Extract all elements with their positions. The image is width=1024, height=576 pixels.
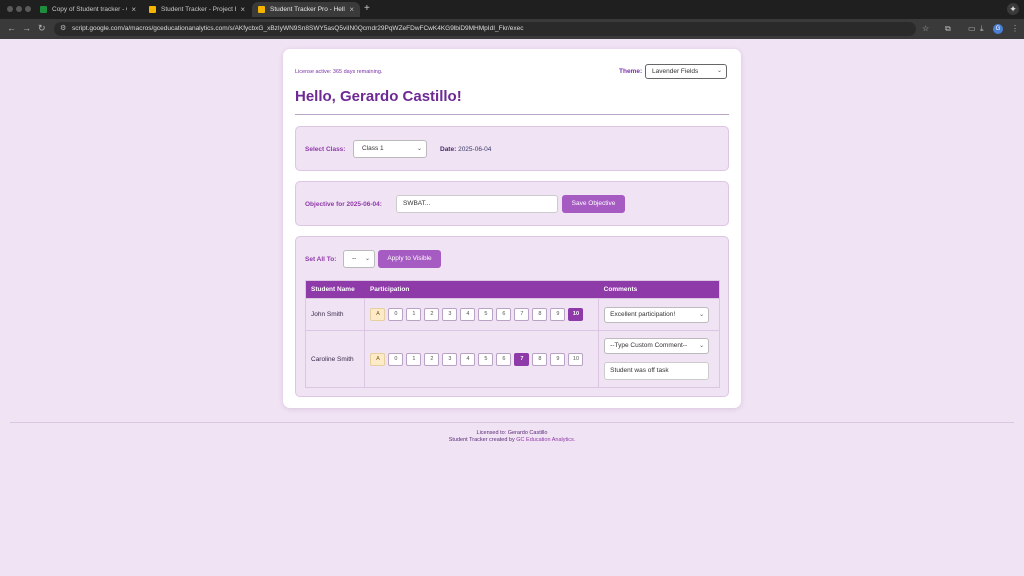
participation-scores: A 0 1 2 3 4 5 6 7 8 9 10 xyxy=(370,352,598,366)
chevron-down-icon: ⌄ xyxy=(416,146,422,152)
class-select[interactable]: Class 1 ⌄ xyxy=(353,140,427,158)
score-button-6[interactable]: 6 xyxy=(496,308,512,321)
score-button-5[interactable]: 5 xyxy=(478,308,494,321)
forward-icon[interactable]: → xyxy=(22,23,31,33)
chevron-down-icon: ⌄ xyxy=(364,256,370,262)
score-button-3[interactable]: 3 xyxy=(442,352,458,366)
score-button-5[interactable]: 5 xyxy=(478,352,494,366)
table-row: Caroline Smith A 0 1 2 3 4 5 6 7 8 9 10 --Type Cust… xyxy=(304,330,720,388)
student-table: Student Name Participation Comments John… xyxy=(304,280,720,388)
score-button-2[interactable]: 2 xyxy=(424,308,440,321)
reload-icon[interactable]: ↻ xyxy=(38,23,46,34)
date-display: Date: 2025-06-04 xyxy=(440,146,491,153)
tracker-card: License active: 365 days remaining. Them… xyxy=(283,49,741,408)
class-panel: Select Class: Class 1 ⌄ Date: 2025-06-04 xyxy=(295,126,729,171)
score-button-10[interactable]: 10 xyxy=(568,308,584,321)
set-all-select[interactable]: -- ⌄ xyxy=(343,250,375,268)
score-button-0[interactable]: 0 xyxy=(388,308,404,321)
date-label: Date: xyxy=(440,146,457,153)
footer-credit-text: Student Tracker created by xyxy=(448,437,515,443)
browser-tab-editor[interactable]: Student Tracker - Project Edi × xyxy=(143,2,251,17)
objective-label: Objective for 2025-06-04: xyxy=(305,201,382,208)
column-header-comments: Comments xyxy=(598,280,720,299)
student-name: Caroline Smith xyxy=(304,330,366,388)
objective-panel: Objective for 2025-06-04: SWBAT... Save … xyxy=(295,181,729,226)
score-button-3[interactable]: 3 xyxy=(442,308,458,321)
absent-button[interactable]: A xyxy=(370,352,386,366)
reading-list-icon[interactable]: ▭ xyxy=(968,24,976,33)
score-button-9[interactable]: 9 xyxy=(550,352,566,366)
apps-script-favicon-icon xyxy=(258,6,265,13)
browser-address-bar: ← → ↻ ⚙ script.google.com/a/macros/gcedu… xyxy=(0,19,1024,39)
objective-input[interactable]: SWBAT... xyxy=(396,195,558,213)
window-minimize-icon[interactable] xyxy=(16,6,22,12)
close-tab-icon[interactable]: × xyxy=(131,5,136,14)
save-objective-button[interactable]: Save Objective xyxy=(562,195,625,213)
browser-tab-bar: Copy of Student tracker - Go × Student T… xyxy=(0,0,1024,19)
downloads-icon[interactable]: ⤓ xyxy=(980,24,984,34)
chevron-down-icon: ⌄ xyxy=(699,311,705,318)
apps-script-favicon-icon xyxy=(149,6,156,13)
participation-scores: A 0 1 2 3 4 5 6 7 8 9 10 xyxy=(370,308,598,321)
bookmark-star-icon[interactable]: ☆ xyxy=(922,24,929,33)
back-icon[interactable]: ← xyxy=(7,23,16,33)
sheets-favicon-icon xyxy=(40,6,47,13)
window-close-icon[interactable] xyxy=(7,6,13,12)
comment-select[interactable]: --Type Custom Comment-- ⌄ xyxy=(604,338,710,354)
score-button-8[interactable]: 8 xyxy=(532,352,548,366)
site-info-icon[interactable]: ⚙ xyxy=(60,22,66,36)
score-button-10[interactable]: 10 xyxy=(568,352,584,366)
header-divider xyxy=(295,114,729,115)
browser-tab-tracker-pro[interactable]: Student Tracker Pro - Hello, G × xyxy=(252,2,360,17)
license-status: License active: 365 days remaining. xyxy=(295,69,383,75)
page-title: Hello, Gerardo Castillo! xyxy=(295,88,462,105)
new-tab-icon[interactable]: + xyxy=(364,3,370,14)
chevron-down-icon: ⌄ xyxy=(716,68,722,74)
column-header-participation: Participation xyxy=(364,280,599,299)
score-button-8[interactable]: 8 xyxy=(532,308,548,321)
window-zoom-icon[interactable] xyxy=(25,6,31,12)
score-button-6[interactable]: 6 xyxy=(496,352,512,366)
browser-tab-sheets[interactable]: Copy of Student tracker - Go × xyxy=(34,2,142,17)
profile-avatar[interactable]: G xyxy=(993,24,1003,34)
score-button-9[interactable]: 9 xyxy=(550,308,566,321)
score-button-4[interactable]: 4 xyxy=(460,308,476,321)
theme-label: Theme: xyxy=(619,68,643,75)
score-button-7[interactable]: 7 xyxy=(514,308,530,321)
column-header-student-name: Student Name xyxy=(305,280,365,299)
footer-credit: Student Tracker created by GC Education … xyxy=(0,437,1024,443)
score-button-1[interactable]: 1 xyxy=(406,352,422,366)
score-button-7[interactable]: 7 xyxy=(514,352,530,366)
score-button-0[interactable]: 0 xyxy=(388,352,404,366)
close-tab-icon[interactable]: × xyxy=(240,5,245,14)
select-class-label: Select Class: xyxy=(305,146,346,153)
table-header-row: Student Name Participation Comments xyxy=(305,280,720,299)
score-button-2[interactable]: 2 xyxy=(424,352,440,366)
score-button-1[interactable]: 1 xyxy=(406,308,422,321)
close-tab-icon[interactable]: × xyxy=(349,5,354,14)
set-all-label: Set All To: xyxy=(305,256,337,263)
url-field[interactable]: ⚙ script.google.com/a/macros/gceducation… xyxy=(54,22,916,36)
apply-to-visible-button[interactable]: Apply to Visible xyxy=(378,250,441,268)
custom-comment-input[interactable]: Student was off task xyxy=(604,362,710,380)
score-button-4[interactable]: 4 xyxy=(460,352,476,366)
extensions-icon[interactable]: ⧉ xyxy=(945,24,951,34)
chevron-down-icon: ⌄ xyxy=(699,343,705,349)
table-row: John Smith A 0 1 2 3 4 5 6 7 8 9 10 Excellent parti… xyxy=(304,298,720,331)
browser-extension-icon[interactable]: ✦ xyxy=(1007,3,1019,15)
footer-divider xyxy=(10,422,1014,423)
student-name: John Smith xyxy=(304,298,366,331)
tracker-panel: Set All To: -- ⌄ Apply to Visible Studen… xyxy=(295,236,729,397)
date-value: 2025-06-04 xyxy=(458,146,492,153)
footer-license: Licensed to: Gerardo Castillo xyxy=(476,430,548,436)
theme-select[interactable]: Lavender Fields ⌄ xyxy=(645,64,727,79)
company-link[interactable]: GC Education Analytics. xyxy=(516,437,575,443)
absent-button[interactable]: A xyxy=(370,308,386,321)
browser-menu-icon[interactable]: ⋮ xyxy=(1011,24,1019,33)
comment-select[interactable]: Excellent participation! ⌄ xyxy=(604,306,710,323)
